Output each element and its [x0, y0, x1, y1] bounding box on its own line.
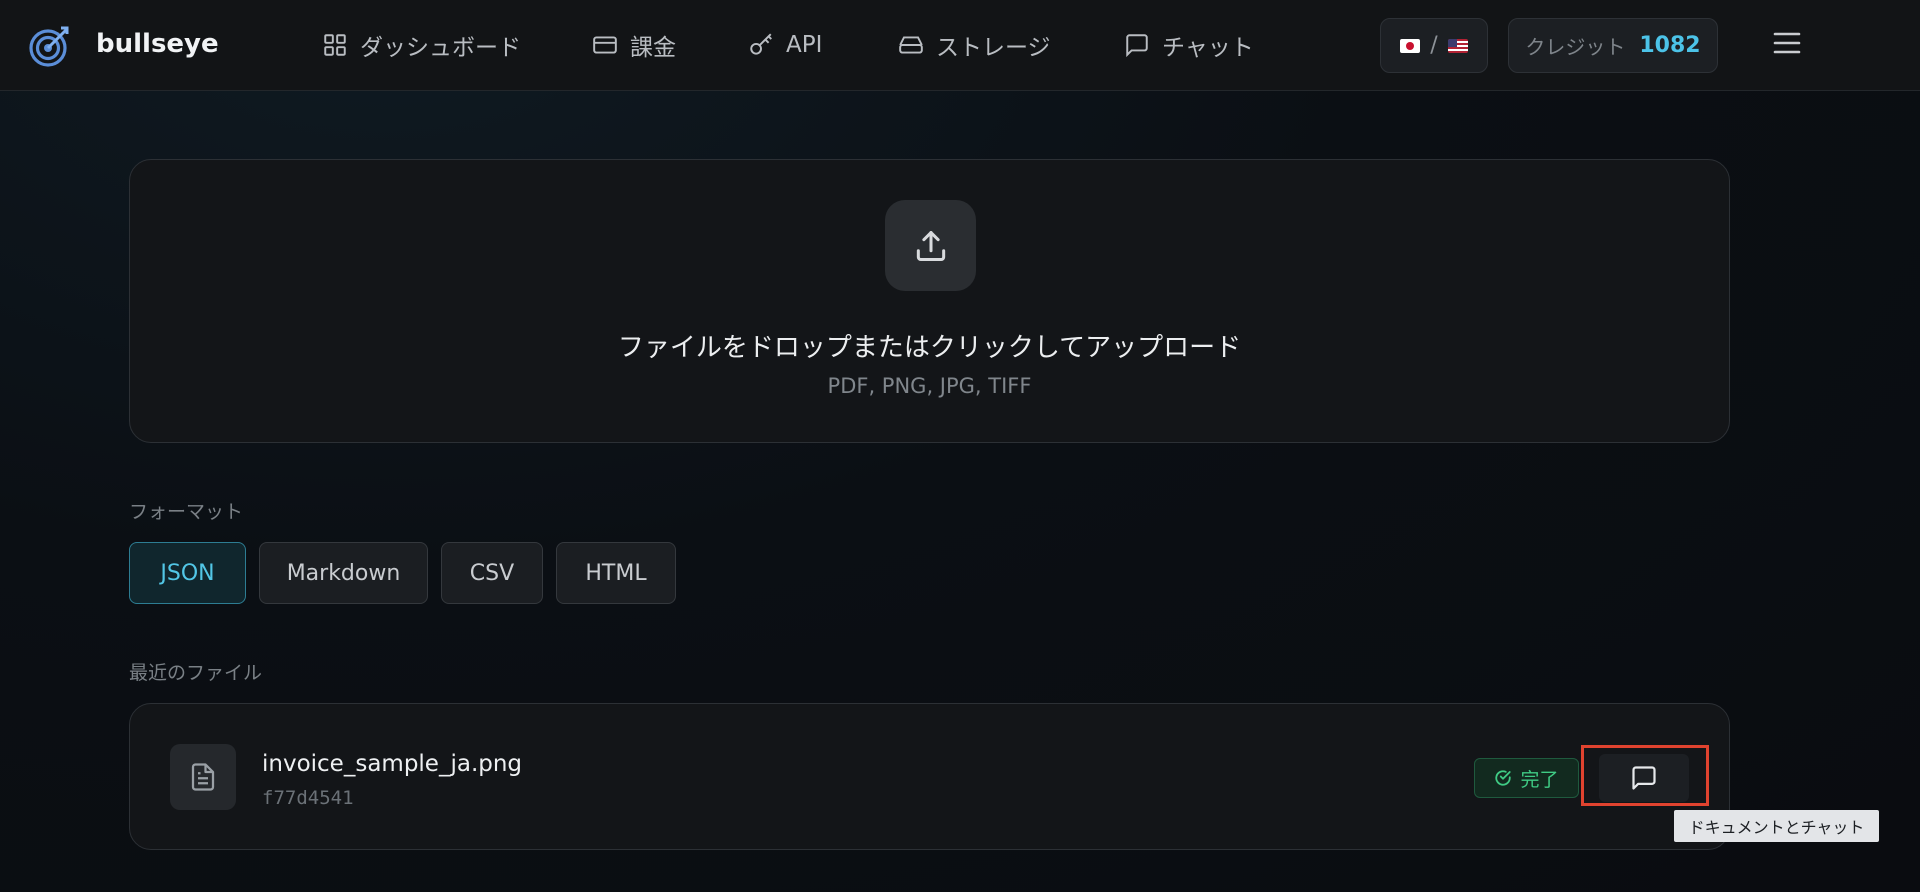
credit-value: 1082: [1639, 33, 1701, 58]
check-circle-icon: [1495, 770, 1512, 786]
nav-label: ダッシュボード: [360, 35, 521, 61]
dropzone-title: ファイルをドロップまたはクリックしてアップロード: [617, 333, 1242, 363]
file-name[interactable]: invoice_sample_ja.png: [262, 751, 522, 777]
recent-files-label: 最近のファイル: [129, 662, 263, 684]
format-section-label: フォーマット: [129, 501, 244, 523]
nav-storage[interactable]: ストレージ: [898, 26, 1051, 64]
japan-flag-icon[interactable]: [1400, 38, 1421, 53]
nav-chat[interactable]: チャット: [1124, 26, 1254, 64]
language-separator: /: [1430, 33, 1438, 58]
dropzone-formats: PDF, PNG, JPG, TIFF: [827, 374, 1032, 398]
nav-label: API: [786, 32, 823, 58]
upload-button[interactable]: [885, 200, 976, 291]
drive-icon: [899, 36, 923, 54]
hamburger-menu-icon[interactable]: [1772, 28, 1802, 58]
chat-with-document-button[interactable]: [1599, 754, 1689, 802]
credit-display[interactable]: クレジット 1082: [1508, 18, 1718, 73]
card-icon: [593, 36, 617, 54]
bullseye-logo-icon[interactable]: [28, 24, 72, 68]
nav-billing[interactable]: 課金: [592, 26, 676, 64]
upload-icon: [916, 230, 945, 261]
key-icon: [750, 33, 772, 55]
chat-icon: [1126, 34, 1148, 58]
file-thumbnail: [170, 744, 236, 810]
format-markdown-button[interactable]: Markdown: [259, 542, 428, 604]
file-id: f77d4541: [262, 787, 354, 809]
status-text: 完了: [1520, 768, 1559, 791]
top-navigation-bar: bullseye ダッシュボード 課金 API ストレージ チャット / クレジ…: [0, 0, 1920, 91]
status-badge: 完了: [1474, 758, 1579, 798]
chat-tooltip: ドキュメントとチャット: [1674, 810, 1879, 842]
recent-file-card[interactable]: invoice_sample_ja.png f77d4541 完了: [129, 703, 1730, 850]
chat-icon: [1632, 766, 1656, 790]
nav-label: チャット: [1162, 35, 1254, 61]
document-icon: [191, 763, 215, 791]
nav-label: 課金: [630, 35, 676, 61]
format-json-button[interactable]: JSON: [129, 542, 246, 604]
us-flag-icon[interactable]: [1447, 38, 1468, 53]
brand-name[interactable]: bullseye: [96, 29, 219, 59]
nav-label: ストレージ: [936, 35, 1051, 61]
nav-api[interactable]: API: [748, 26, 822, 64]
language-switcher[interactable]: /: [1380, 18, 1488, 73]
file-dropzone[interactable]: ファイルをドロップまたはクリックしてアップロード PDF, PNG, JPG, …: [129, 159, 1730, 443]
format-csv-button[interactable]: CSV: [441, 542, 543, 604]
nav-dashboard[interactable]: ダッシュボード: [322, 26, 521, 64]
format-html-button[interactable]: HTML: [556, 542, 676, 604]
credit-label: クレジット: [1525, 35, 1626, 59]
grid-icon: [324, 34, 346, 56]
